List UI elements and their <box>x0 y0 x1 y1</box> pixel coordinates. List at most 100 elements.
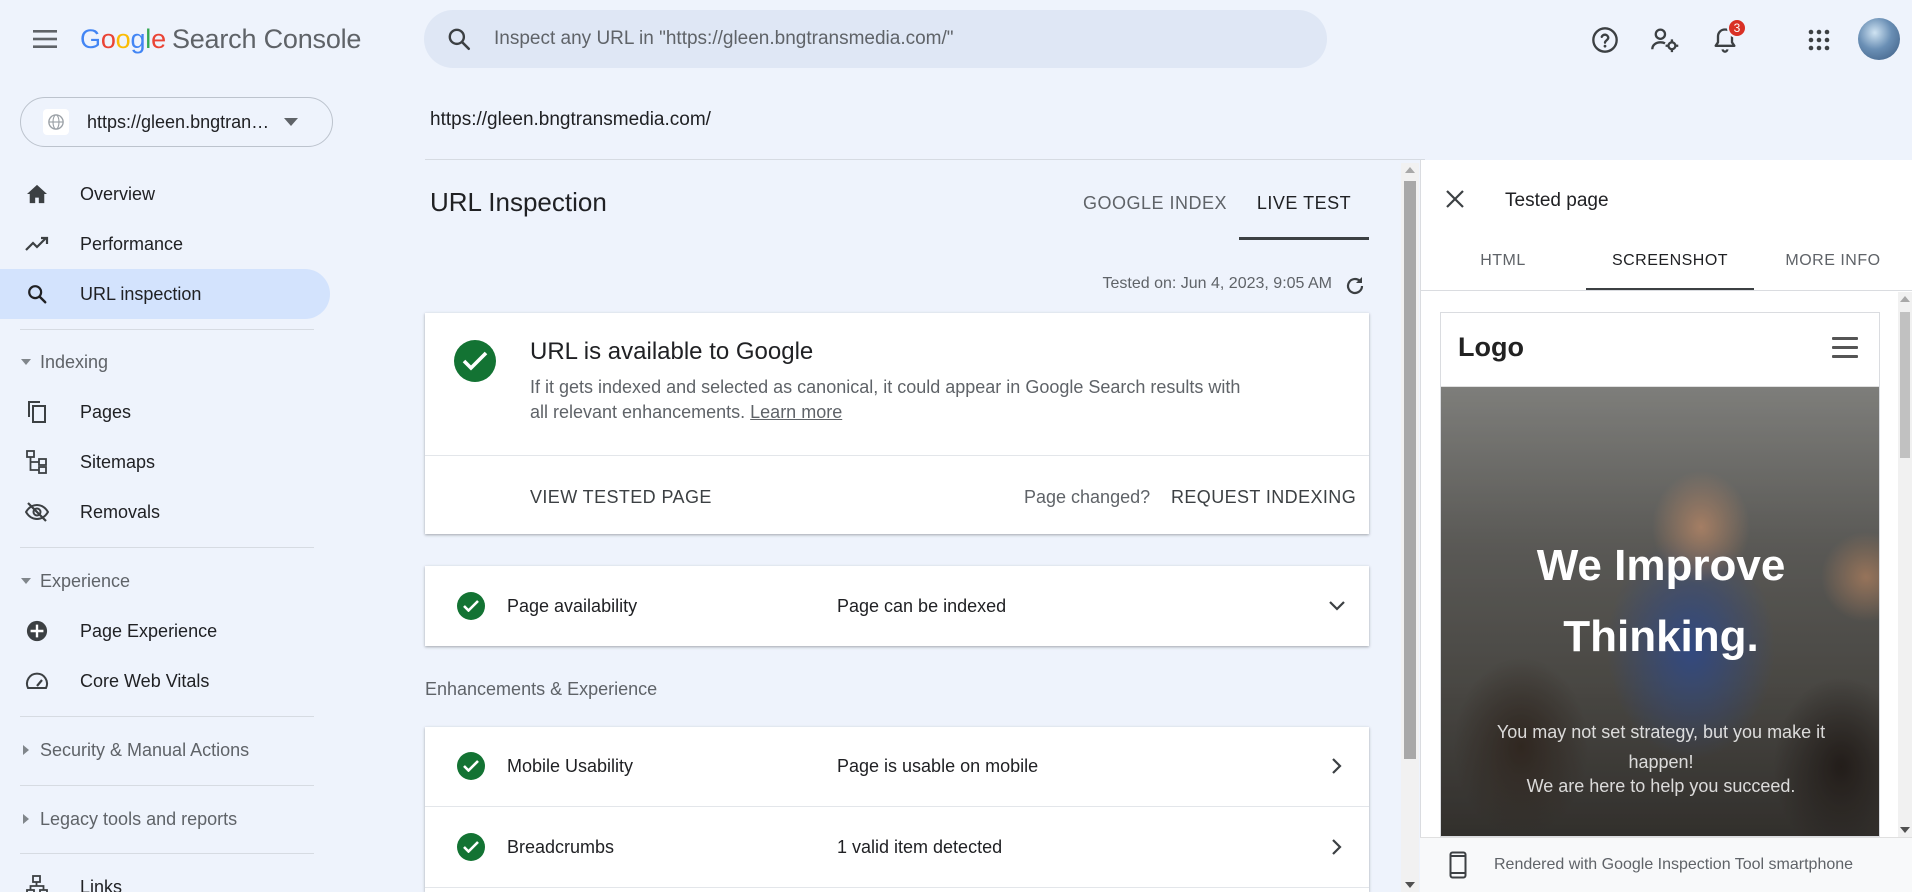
learn-more-link[interactable]: Learn more <box>750 402 842 422</box>
panel-tabs-divider <box>1420 290 1912 291</box>
scroll-down-arrow[interactable] <box>1900 827 1910 833</box>
rendered-with-label: Rendered with Google Inspection Tool sma… <box>1494 856 1854 873</box>
nav-section-indexing[interactable]: Indexing <box>20 342 108 382</box>
close-icon <box>1446 190 1464 208</box>
links-icon <box>0 875 80 892</box>
nav-label: Removals <box>80 501 161 522</box>
nav-page-experience[interactable]: Page Experience <box>0 606 330 656</box>
nav-label: Sitemaps <box>80 451 156 472</box>
search-console-logo[interactable]: Google Search Console <box>80 24 361 55</box>
chevron-right-icon <box>1317 839 1357 855</box>
scroll-up-arrow[interactable] <box>1405 167 1415 173</box>
status-title: URL is available to Google <box>530 338 814 365</box>
chevron-right-icon <box>1317 758 1357 774</box>
row-divider <box>425 887 1369 888</box>
check-circle-icon <box>457 833 485 861</box>
nav-divider <box>20 716 314 717</box>
nav-label: Pages <box>80 401 132 422</box>
nav-label: Overview <box>80 183 156 204</box>
page-title: URL Inspection <box>430 187 607 217</box>
hamburger-icon <box>1832 337 1858 359</box>
logo-letter: G <box>80 24 101 54</box>
hero-subtext: You may not set strategy, but you make i… <box>1496 722 1826 772</box>
manage-users-button[interactable] <box>1645 20 1685 60</box>
chevron-down-icon <box>1317 601 1357 611</box>
nav-sitemaps[interactable]: Sitemaps <box>0 437 330 487</box>
status-description-text: If it gets indexed and selected as canon… <box>530 377 1241 422</box>
screenshot-hero-image: We Improve Thinking. You may not set str… <box>1441 387 1879 836</box>
view-tested-page-button[interactable]: VIEW TESTED PAGE <box>530 487 712 508</box>
row-label: Breadcrumbs <box>507 836 615 857</box>
nav-section-experience[interactable]: Experience <box>20 561 130 601</box>
panel-scrollbar[interactable] <box>1898 292 1912 837</box>
caret-down-icon <box>21 578 31 584</box>
hero-headline-line: We Improve <box>1536 541 1786 590</box>
caret-right-icon <box>23 814 29 824</box>
page-screenshot: Logo We Improve Thinking. You may not se… <box>1440 312 1880 837</box>
trending-up-icon <box>0 236 80 252</box>
nav-pages[interactable]: Pages <box>0 387 330 437</box>
nav-url-inspection[interactable]: URL inspection <box>0 269 330 319</box>
hamburger-icon <box>33 30 57 48</box>
check-circle-icon <box>457 592 485 620</box>
screenshot-logo: Logo <box>1458 332 1524 362</box>
caret-down-icon <box>284 118 298 126</box>
row-label: Page availability <box>507 595 638 616</box>
tab-google-index[interactable]: GOOGLE INDEX <box>1080 184 1230 240</box>
scrollbar-thumb[interactable] <box>1404 181 1416 759</box>
notifications-button[interactable]: 3 <box>1705 18 1747 60</box>
page-availability-row[interactable]: Page availability Page can be indexed <box>425 566 1369 646</box>
nav-divider <box>20 785 314 786</box>
help-button[interactable] <box>1585 20 1625 60</box>
nav-divider <box>20 547 314 548</box>
main-menu-button[interactable] <box>26 24 66 54</box>
tested-on-timestamp: Tested on: Jun 4, 2023, 9:05 AM <box>1102 275 1333 292</box>
row-label: Mobile Usability <box>507 755 634 776</box>
close-panel-button[interactable] <box>1441 185 1469 213</box>
breadcrumbs-row[interactable]: Breadcrumbs 1 valid item detected <box>425 807 1369 887</box>
removals-icon <box>0 502 80 522</box>
apps-button[interactable] <box>1799 20 1839 60</box>
smartphone-icon <box>1440 851 1476 879</box>
refresh-button[interactable] <box>1341 272 1369 300</box>
page-experience-icon <box>0 620 80 642</box>
nav-core-web-vitals[interactable]: Core Web Vitals <box>0 656 330 706</box>
section-heading: Legacy tools and reports <box>40 808 238 829</box>
main-scrollbar[interactable] <box>1401 163 1419 892</box>
account-avatar[interactable] <box>1858 18 1900 60</box>
section-heading: Experience <box>40 570 131 591</box>
url-inspect-search[interactable] <box>424 10 1327 68</box>
refresh-icon <box>1346 277 1364 295</box>
sitemap-icon <box>0 450 80 474</box>
nav-section-security[interactable]: Security & Manual Actions <box>20 730 249 770</box>
nav-removals[interactable]: Removals <box>0 487 330 537</box>
speed-gauge-icon <box>0 671 80 691</box>
tab-live-test[interactable]: LIVE TEST <box>1239 184 1369 240</box>
row-value: Page is usable on mobile <box>837 755 1039 776</box>
section-heading: Indexing <box>40 351 109 372</box>
globe-icon <box>43 109 69 135</box>
home-icon <box>0 184 80 204</box>
tab-screenshot[interactable]: SCREENSHOT <box>1586 240 1754 290</box>
tab-html[interactable]: HTML <box>1420 240 1586 290</box>
property-selector[interactable]: https://gleen.bngtransmedia.com/ <box>20 97 333 147</box>
mobile-usability-row[interactable]: Mobile Usability Page is usable on mobil… <box>425 726 1369 806</box>
nav-overview[interactable]: Overview <box>0 169 330 219</box>
enhancements-heading: Enhancements & Experience <box>425 679 658 699</box>
request-indexing-button[interactable]: REQUEST INDEXING <box>1171 487 1356 508</box>
check-circle-icon <box>457 752 485 780</box>
section-heading: Security & Manual Actions <box>40 739 250 760</box>
nav-performance[interactable]: Performance <box>0 219 330 269</box>
scroll-down-arrow[interactable] <box>1405 882 1415 888</box>
scrollbar-thumb[interactable] <box>1900 312 1910 458</box>
scroll-up-arrow[interactable] <box>1900 296 1910 302</box>
notification-badge: 3 <box>1727 18 1747 38</box>
nav-section-legacy[interactable]: Legacy tools and reports <box>20 799 237 839</box>
url-inspect-input[interactable] <box>494 28 1294 50</box>
status-description: If it gets indexed and selected as canon… <box>530 375 1250 425</box>
panel-footer: Rendered with Google Inspection Tool sma… <box>1420 837 1912 892</box>
tab-more-info[interactable]: MORE INFO <box>1754 240 1912 290</box>
nav-links[interactable]: Links <box>0 862 330 892</box>
card-divider <box>425 455 1369 456</box>
nav-label: Page Experience <box>80 620 218 641</box>
